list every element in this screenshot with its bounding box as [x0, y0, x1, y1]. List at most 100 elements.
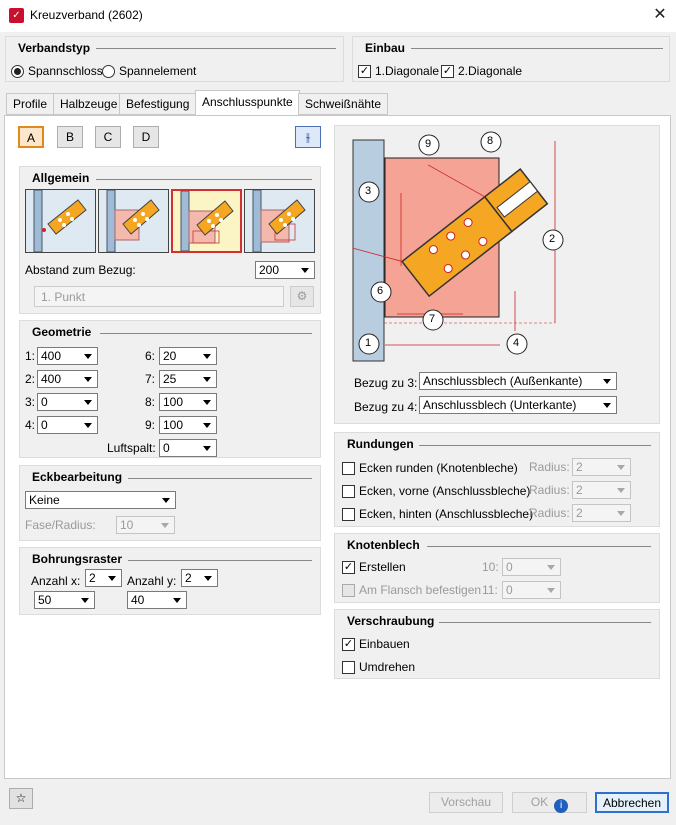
geo-field-2[interactable]: 400: [37, 370, 98, 388]
diagonale2-checkbox[interactable]: ✓: [441, 65, 454, 78]
geo-field-3[interactable]: 0: [37, 393, 98, 411]
geo-label-9: 9:: [145, 418, 156, 432]
tab-schweissnaehte[interactable]: Schweißnähte: [298, 93, 389, 115]
point-d-button[interactable]: D: [133, 126, 159, 148]
abstand-y-dropdown[interactable]: 40: [127, 591, 187, 609]
geo-field-1[interactable]: 400: [37, 347, 98, 365]
favorites-star-icon[interactable]: ☆: [9, 788, 33, 809]
window-title: Kreuzverband (2602): [30, 8, 143, 22]
spannschloss-label: Spannschloss: [28, 64, 103, 78]
variant-4-thumbnail[interactable]: [244, 189, 315, 253]
anzahl-y-dropdown[interactable]: 2: [181, 569, 218, 587]
tab-befestigung[interactable]: Befestigung: [119, 93, 197, 115]
luftspalt-field[interactable]: 0: [159, 439, 217, 457]
geo-label-3: 3:: [25, 395, 36, 409]
dim-text-7: 7: [429, 313, 436, 325]
close-icon[interactable]: ✕: [648, 4, 672, 26]
einbauen-checkbox[interactable]: ✓: [342, 638, 355, 651]
point-b-button[interactable]: B: [57, 126, 83, 148]
umdrehen-checkbox[interactable]: [342, 661, 355, 674]
fase-label: Fase/Radius:: [25, 518, 96, 532]
spannelement-radio[interactable]: [102, 65, 115, 78]
dim-text-3: 3: [365, 185, 372, 197]
ecken-vorne-label: Ecken, vorne (Anschlussbleche): [359, 484, 531, 498]
radius-dropdown-1[interactable]: 2: [572, 458, 631, 476]
field11-dropdown[interactable]: 0: [502, 581, 561, 599]
radius-dropdown-3[interactable]: 2: [572, 504, 631, 522]
geo-field-8[interactable]: 100: [159, 393, 217, 411]
verbandstyp-group: Verbandstyp Spannschloss Spannelement: [5, 36, 344, 82]
vorschau-button[interactable]: Vorschau: [429, 792, 503, 813]
info-icon: i: [554, 799, 569, 813]
flansch-checkbox[interactable]: [342, 584, 355, 597]
variant-3-thumbnail[interactable]: [171, 189, 242, 253]
knotenblech-title: Knotenblech: [347, 538, 424, 552]
eckbearbeitung-group: Eckbearbeitung Keine Fase/Radius: 10: [19, 465, 321, 541]
einbauen-label: Einbauen: [359, 637, 410, 651]
flansch-label: Am Flansch befestigen: [359, 583, 482, 597]
pick-point-icon[interactable]: ⚙: [290, 286, 314, 307]
umdrehen-label: Umdrehen: [359, 660, 416, 674]
geo-field-7[interactable]: 25: [159, 370, 217, 388]
rundungen-group: Rundungen Ecken runden (Knotenbleche) Ra…: [334, 432, 660, 527]
point-c-button[interactable]: C: [95, 126, 121, 148]
diagonale1-checkbox[interactable]: ✓: [358, 65, 371, 78]
ok-button[interactable]: OK i: [512, 792, 587, 813]
geo-label-4: 4:: [25, 418, 36, 432]
field10-label: 10:: [482, 560, 499, 574]
ecken-vorne-checkbox[interactable]: [342, 485, 355, 498]
geo-label-2: 2:: [25, 372, 36, 386]
connection-diagram: [352, 131, 564, 362]
erstellen-label: Erstellen: [359, 560, 406, 574]
allgemein-group: Allgemein Abstand zum Bezug: 200 1. Punk…: [19, 166, 321, 314]
abstand-dropdown[interactable]: 200: [255, 261, 315, 279]
geometrie-group: Geometrie 1: 400 2: 400 3: 0 4: 0 6: 20 …: [19, 320, 321, 458]
abstand-x-dropdown[interactable]: 50: [34, 591, 95, 609]
ecken-hinten-checkbox[interactable]: [342, 508, 355, 521]
dim-text-8: 8: [487, 135, 494, 147]
verbandstyp-title: Verbandstyp: [18, 41, 95, 55]
bezug3-dropdown[interactable]: Anschlussblech (Außenkante): [419, 372, 617, 390]
rundungen-title: Rundungen: [347, 437, 418, 451]
diagonale1-label: 1.Diagonale: [375, 64, 440, 78]
geo-field-4[interactable]: 0: [37, 416, 98, 434]
tab-profile[interactable]: Profile: [6, 93, 55, 115]
dim-text-6: 6: [377, 285, 384, 297]
radius-label-1: Radius:: [529, 460, 570, 474]
spannschloss-radio[interactable]: [11, 65, 24, 78]
punkt-input[interactable]: 1. Punkt: [34, 286, 284, 307]
radius-dropdown-2[interactable]: 2: [572, 481, 631, 499]
field11-label: 11:: [482, 583, 498, 597]
dim-text-4: 4: [513, 337, 520, 349]
variant-1-thumbnail[interactable]: [25, 189, 96, 253]
spannelement-label: Spannelement: [119, 64, 197, 78]
einbau-group: Einbau ✓ 1.Diagonale ✓ 2.Diagonale: [352, 36, 670, 82]
geo-label-1: 1:: [25, 349, 36, 363]
anzahl-x-dropdown[interactable]: 2: [85, 569, 122, 587]
geo-field-6[interactable]: 20: [159, 347, 217, 365]
radius-label-3: Radius:: [529, 506, 570, 520]
point-a-button[interactable]: A: [18, 126, 44, 148]
allgemein-title: Allgemein: [32, 171, 94, 185]
app-icon: ✓: [9, 8, 24, 23]
geo-field-9[interactable]: 100: [159, 416, 217, 434]
variant-2-thumbnail[interactable]: [98, 189, 169, 253]
radius-label-2: Radius:: [529, 483, 570, 497]
abbrechen-button[interactable]: Abbrechen: [595, 792, 669, 813]
ecken-hinten-label: Ecken, hinten (Anschlussbleche): [359, 507, 534, 521]
eckbearbeitung-dropdown[interactable]: Keine: [25, 491, 176, 509]
tab-halbzeuge[interactable]: Halbzeuge: [53, 93, 125, 115]
knotenblech-group: Knotenblech ✓ Erstellen 10: 0 Am Flansch…: [334, 533, 660, 603]
ecken-runden-checkbox[interactable]: [342, 462, 355, 475]
bohrungsraster-group: Bohrungsraster Anzahl x: 2 Anzahl y: 2 5…: [19, 547, 321, 615]
bezug4-dropdown[interactable]: Anschlussblech (Unterkante): [419, 396, 617, 414]
verschraubung-title: Verschraubung: [347, 614, 439, 628]
ecken-runden-label: Ecken runden (Knotenbleche): [359, 461, 518, 475]
field10-dropdown[interactable]: 0: [502, 558, 561, 576]
fase-dropdown[interactable]: 10: [116, 516, 175, 534]
tab-anschlusspunkte[interactable]: Anschlusspunkte: [195, 90, 300, 116]
dim-text-9: 9: [425, 138, 432, 150]
erstellen-checkbox[interactable]: ✓: [342, 561, 355, 574]
geometrie-title: Geometrie: [32, 325, 96, 339]
mirror-icon[interactable]: ⫳: [295, 126, 321, 148]
